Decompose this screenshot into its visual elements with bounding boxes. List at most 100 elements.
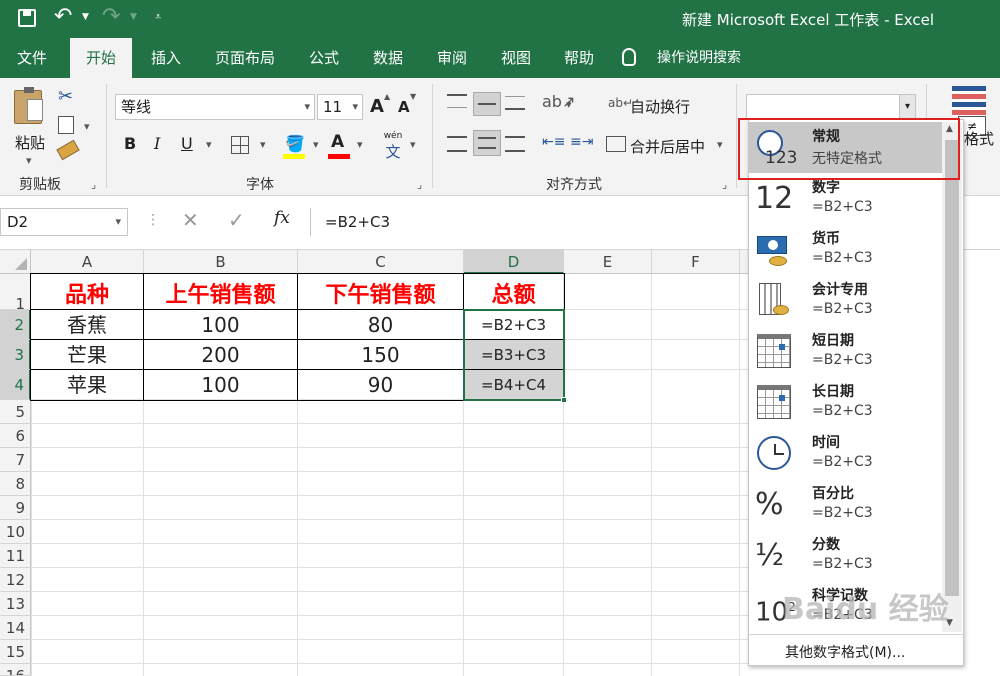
cell-a2[interactable]: 香蕉 — [31, 310, 144, 340]
row-header[interactable]: 8 — [0, 472, 31, 496]
undo-icon[interactable]: ↶ — [54, 4, 72, 29]
paste-dropdown-icon[interactable]: ▾ — [26, 154, 32, 167]
enter-icon[interactable]: ✓ — [228, 208, 245, 232]
tell-me-search[interactable]: 操作说明搜索 — [648, 38, 750, 78]
align-center-icon[interactable] — [473, 130, 501, 156]
row-header[interactable]: 12 — [0, 568, 31, 592]
phonetic-guide-button[interactable]: wén 文 — [381, 132, 405, 162]
more-number-formats-link[interactable]: 其他数字格式(M)... — [785, 642, 905, 662]
cell-c3[interactable]: 150 — [298, 340, 464, 370]
tab-help[interactable]: 帮助 — [553, 38, 605, 78]
alignment-launcher-icon[interactable]: ⌟ — [722, 178, 727, 191]
format-item-fraction[interactable]: ½ 分数 =B2+C3 — [749, 530, 947, 581]
cell-c1[interactable]: 下午销售额 — [298, 274, 464, 310]
font-name-select[interactable]: 等线 ▾ — [115, 94, 315, 120]
row-header[interactable]: 4 — [0, 370, 31, 400]
orientation-dropdown-icon[interactable]: ▾ — [566, 98, 572, 111]
underline-button[interactable]: U — [181, 134, 193, 153]
merge-center-icon[interactable] — [606, 136, 626, 152]
paste-button[interactable]: 粘贴 ▾ — [10, 86, 50, 167]
redo-dropdown-icon[interactable]: ▼ — [130, 12, 137, 22]
save-icon[interactable] — [18, 9, 36, 27]
number-format-select[interactable]: ▾ — [746, 94, 916, 120]
clipboard-launcher-icon[interactable]: ⌟ — [91, 178, 96, 191]
cell-d1[interactable]: 总额 — [464, 274, 564, 310]
format-item-accounting[interactable]: 会计专用 =B2+C3 — [749, 275, 947, 326]
column-header-f[interactable]: F — [652, 250, 740, 274]
italic-button[interactable]: I — [154, 134, 160, 153]
fill-color-icon[interactable]: 🪣 — [283, 134, 305, 159]
format-item-short-date[interactable]: 短日期 =B2+C3 — [749, 326, 947, 377]
scroll-thumb[interactable] — [945, 140, 959, 596]
align-right-icon[interactable] — [505, 136, 525, 152]
format-item-currency[interactable]: 货币 =B2+C3 — [749, 224, 947, 275]
copy-icon[interactable] — [58, 116, 74, 134]
conditional-format-icon[interactable] — [952, 86, 986, 116]
cell-a4[interactable]: 苹果 — [31, 370, 144, 400]
align-left-icon[interactable] — [447, 136, 467, 152]
number-format-dropdown-icon[interactable]: ▾ — [899, 95, 915, 119]
format-partial-label[interactable]: 格式 — [964, 128, 994, 149]
merge-center-button[interactable]: 合并后居中 — [630, 136, 705, 157]
underline-dropdown-icon[interactable]: ▾ — [206, 138, 212, 151]
font-launcher-icon[interactable]: ⌟ — [417, 178, 422, 191]
fill-handle[interactable] — [561, 397, 567, 403]
cell-b4[interactable]: 100 — [144, 370, 298, 400]
increase-indent-icon[interactable]: ≡⇥ — [570, 134, 593, 150]
tab-page-layout[interactable]: 页面布局 — [205, 38, 285, 78]
grow-font-button[interactable]: A — [370, 96, 384, 117]
row-header[interactable]: 14 — [0, 616, 31, 640]
format-item-scientific[interactable]: 102 科学记数 =B2+C3 — [749, 581, 947, 632]
row-header[interactable]: 2 — [0, 310, 31, 340]
format-item-long-date[interactable]: 长日期 =B2+C3 — [749, 377, 947, 428]
borders-icon[interactable] — [231, 136, 249, 154]
font-size-select[interactable]: 11 ▾ — [317, 94, 363, 120]
shrink-font-button[interactable]: A — [398, 98, 410, 116]
format-painter-icon[interactable] — [56, 139, 80, 161]
wrap-text-button[interactable]: 自动换行 — [630, 96, 690, 117]
format-item-percentage[interactable]: % 百分比 =B2+C3 — [749, 479, 947, 530]
cell-a3[interactable]: 芒果 — [31, 340, 144, 370]
fill-color-dropdown-icon[interactable]: ▾ — [313, 138, 319, 151]
row-header[interactable]: 3 — [0, 340, 31, 370]
cell-d3[interactable]: =B3+C3 — [464, 340, 564, 370]
scroll-down-icon[interactable]: ▼ — [946, 618, 953, 628]
decrease-indent-icon[interactable]: ⇤≡ — [542, 134, 565, 150]
row-header[interactable]: 13 — [0, 592, 31, 616]
row-header[interactable]: 15 — [0, 640, 31, 664]
cell-d4[interactable]: =B4+C4 — [464, 370, 564, 400]
tab-review[interactable]: 审阅 — [426, 38, 478, 78]
select-all-corner[interactable] — [0, 250, 31, 274]
copy-dropdown-icon[interactable]: ▾ — [84, 120, 90, 133]
format-item-number[interactable]: 12 数字 =B2+C3 — [749, 173, 947, 224]
row-header[interactable]: 11 — [0, 544, 31, 568]
cell-a1[interactable]: 品种 — [31, 274, 144, 310]
name-box[interactable]: D2 ▾ — [0, 208, 128, 236]
font-color-button[interactable]: A — [331, 132, 344, 152]
phonetic-dropdown-icon[interactable]: ▾ — [410, 138, 416, 151]
insert-function-button[interactable]: fx — [274, 208, 290, 228]
cell-d2[interactable]: =B2+C3 — [464, 310, 564, 340]
bold-button[interactable]: B — [124, 134, 136, 153]
row-header[interactable]: 16 — [0, 664, 31, 676]
column-header-b[interactable]: B — [144, 250, 298, 274]
align-middle-icon[interactable] — [473, 92, 501, 116]
merge-dropdown-icon[interactable]: ▾ — [717, 138, 723, 151]
customize-toolbar-icon[interactable]: ⩡ — [155, 10, 161, 24]
tab-formulas[interactable]: 公式 — [298, 38, 350, 78]
scroll-up-icon[interactable]: ▲ — [946, 124, 953, 134]
row-header[interactable]: 7 — [0, 448, 31, 472]
cut-icon[interactable]: ✂ — [58, 86, 73, 107]
tab-view[interactable]: 视图 — [490, 38, 542, 78]
align-bottom-icon[interactable] — [505, 96, 525, 110]
column-header-e[interactable]: E — [564, 250, 652, 274]
cell-b1[interactable]: 上午销售额 — [144, 274, 298, 310]
column-header-d[interactable]: D — [464, 250, 564, 274]
dropdown-scrollbar[interactable]: ▲ ▼ — [942, 122, 962, 632]
tab-home[interactable]: 开始 — [70, 38, 132, 78]
format-item-general[interactable]: 123 常规 无特定格式 — [749, 122, 947, 173]
row-header[interactable]: 5 — [0, 400, 31, 424]
tab-data[interactable]: 数据 — [362, 38, 414, 78]
borders-dropdown-icon[interactable]: ▾ — [260, 138, 266, 151]
row-header[interactable]: 10 — [0, 520, 31, 544]
